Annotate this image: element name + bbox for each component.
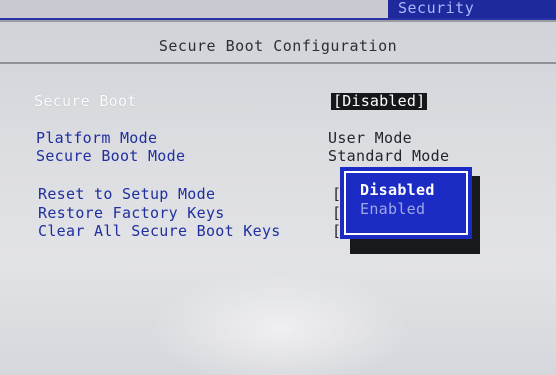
secure-boot-label[interactable]: Secure Boot <box>34 93 137 110</box>
platform-mode-value: User Mode <box>328 129 412 147</box>
page-title: Secure Boot Configuration <box>0 30 556 64</box>
restore-factory-keys-label[interactable]: Restore Factory Keys <box>38 205 225 222</box>
popup-option-enabled[interactable]: Enabled <box>360 200 466 219</box>
secure-boot-mode-value[interactable]: Standard Mode <box>328 148 449 165</box>
secure-boot-options-popup: Disabled Enabled <box>340 167 472 239</box>
secure-boot-mode-label[interactable]: Secure Boot Mode <box>36 148 185 165</box>
platform-mode-label: Platform Mode <box>36 129 158 147</box>
secure-boot-value[interactable]: [Disabled] <box>331 93 428 110</box>
popup-frame: Disabled Enabled <box>344 171 468 235</box>
tab-security[interactable]: Security <box>388 0 556 18</box>
popup-option-disabled[interactable]: Disabled <box>360 181 466 200</box>
reset-to-setup-mode-label[interactable]: Reset to Setup Mode <box>38 186 215 203</box>
menu-tab-bar: Security <box>0 0 556 20</box>
clear-all-secure-boot-keys-label[interactable]: Clear All Secure Boot Keys <box>38 223 281 240</box>
bios-screen: Security Secure Boot Configuration Secur… <box>0 0 556 375</box>
